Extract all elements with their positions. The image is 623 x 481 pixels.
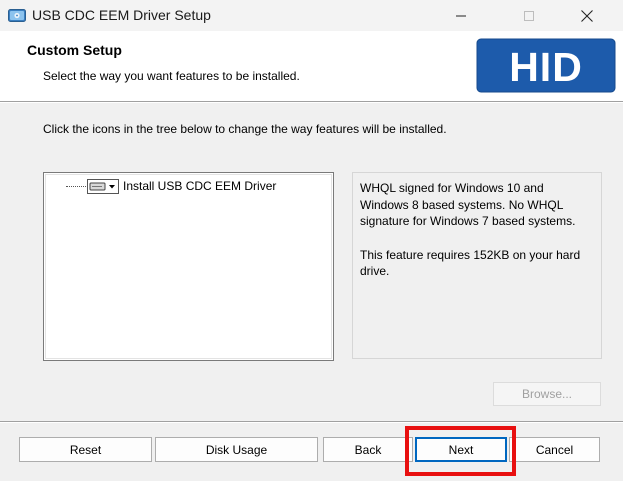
reset-button[interactable]: Reset: [19, 437, 152, 462]
cancel-button[interactable]: Cancel: [509, 437, 600, 462]
hid-logo: HID: [476, 38, 616, 93]
setup-disk-icon: [8, 9, 26, 22]
footer-divider: [0, 421, 623, 423]
window-title: USB CDC EEM Driver Setup: [32, 7, 211, 23]
tree-item-label[interactable]: Install USB CDC EEM Driver: [123, 179, 276, 194]
close-button[interactable]: [564, 0, 610, 31]
maximize-button[interactable]: [506, 0, 552, 31]
minimize-icon: [456, 15, 466, 16]
back-button[interactable]: Back: [323, 437, 413, 462]
description-text: WHQL signed for Windows 10 and Windows 8…: [360, 181, 576, 228]
feature-tree-inner: Install USB CDC EEM Driver: [45, 174, 332, 359]
title-bar: USB CDC EEM Driver Setup: [0, 0, 623, 31]
disk-requirement-text: This feature requires 152KB on your hard…: [360, 247, 581, 279]
tree-connector-line: [66, 186, 88, 187]
feature-description: WHQL signed for Windows 10 and Windows 8…: [352, 172, 602, 359]
close-icon: [581, 9, 593, 22]
next-button[interactable]: Next: [415, 437, 507, 462]
feature-state-dropdown[interactable]: [87, 179, 119, 194]
browse-button[interactable]: Browse...: [493, 382, 601, 406]
minimize-button[interactable]: [438, 0, 484, 31]
instruction-text: Click the icons in the tree below to cha…: [43, 122, 447, 136]
feature-tree[interactable]: Install USB CDC EEM Driver: [43, 172, 334, 361]
disk-usage-button[interactable]: Disk Usage: [155, 437, 318, 462]
page-title: Custom Setup: [27, 42, 122, 58]
maximize-icon: [524, 10, 534, 21]
page-subtitle: Select the way you want features to be i…: [43, 69, 300, 83]
svg-text:HID: HID: [509, 44, 583, 90]
header-divider: [0, 101, 623, 103]
hard-drive-dropdown-icon: [89, 182, 115, 191]
